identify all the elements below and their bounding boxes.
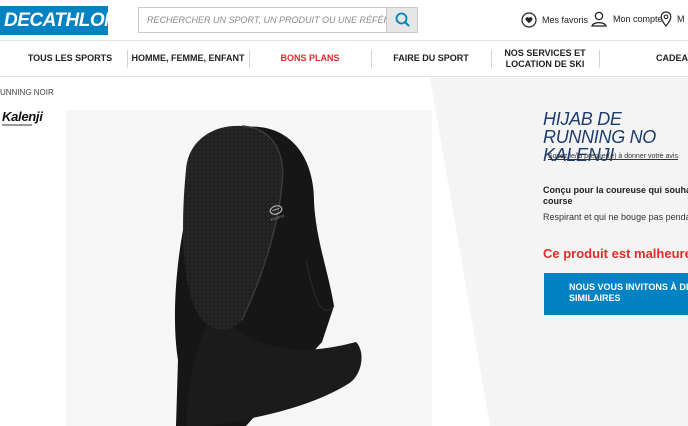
site-header: DECATHLON Mes favoris Mon compte M xyxy=(0,0,688,40)
stores-label: M xyxy=(677,14,685,24)
nav-services-ski-rental[interactable]: NOS SERVICES ET LOCATION DE SKI xyxy=(491,41,599,76)
favorites-link[interactable]: Mes favoris xyxy=(521,12,588,28)
similar-products-button[interactable]: NOUS VOUS INVITONS À DÉC SIMILAIRES xyxy=(544,273,688,315)
nav-men-women-kids[interactable]: HOMME, FEMME, ENFANT xyxy=(127,41,249,76)
nav-do-sport[interactable]: FAIRE DU SPORT xyxy=(371,41,491,76)
location-pin-icon xyxy=(660,11,672,27)
decathlon-logo[interactable]: DECATHLON xyxy=(0,6,108,35)
hijab-illustration: KALENJI xyxy=(174,125,362,426)
search-button[interactable] xyxy=(386,8,417,32)
search-bar xyxy=(138,7,418,33)
nav-divider xyxy=(599,50,600,68)
account-label: Mon compte xyxy=(613,14,663,24)
product-description: Respirant et qui ne bouge pas penda xyxy=(543,212,688,222)
breadcrumb[interactable]: UNNING NOIR xyxy=(0,88,54,97)
nav-deals[interactable]: BONS PLANS xyxy=(249,41,371,76)
nav-gifts[interactable]: CADEAU xyxy=(610,41,688,76)
search-input[interactable] xyxy=(139,8,387,32)
search-icon xyxy=(395,12,410,27)
main-navigation: TOUS LES SPORTS HOMME, FEMME, ENFANT BON… xyxy=(0,40,688,77)
heart-circle-icon xyxy=(521,12,537,28)
product-headline: Conçu pour la coureuse qui souhaite cour… xyxy=(543,185,688,206)
product-image[interactable]: KALENJI xyxy=(66,110,432,426)
stores-link[interactable]: M xyxy=(660,11,685,27)
user-icon xyxy=(591,11,607,27)
first-review-link[interactable]: Soyez le/la premier(e) à donner votre av… xyxy=(548,153,678,160)
nav-all-sports[interactable]: TOUS LES SPORTS xyxy=(0,41,140,76)
unavailable-message: Ce produit est malheureus xyxy=(543,246,688,261)
favorites-label: Mes favoris xyxy=(542,15,589,25)
brand-tagline-mark xyxy=(2,124,32,126)
brand-logo[interactable]: Kalenji xyxy=(2,109,43,124)
account-link[interactable]: Mon compte xyxy=(590,10,663,28)
